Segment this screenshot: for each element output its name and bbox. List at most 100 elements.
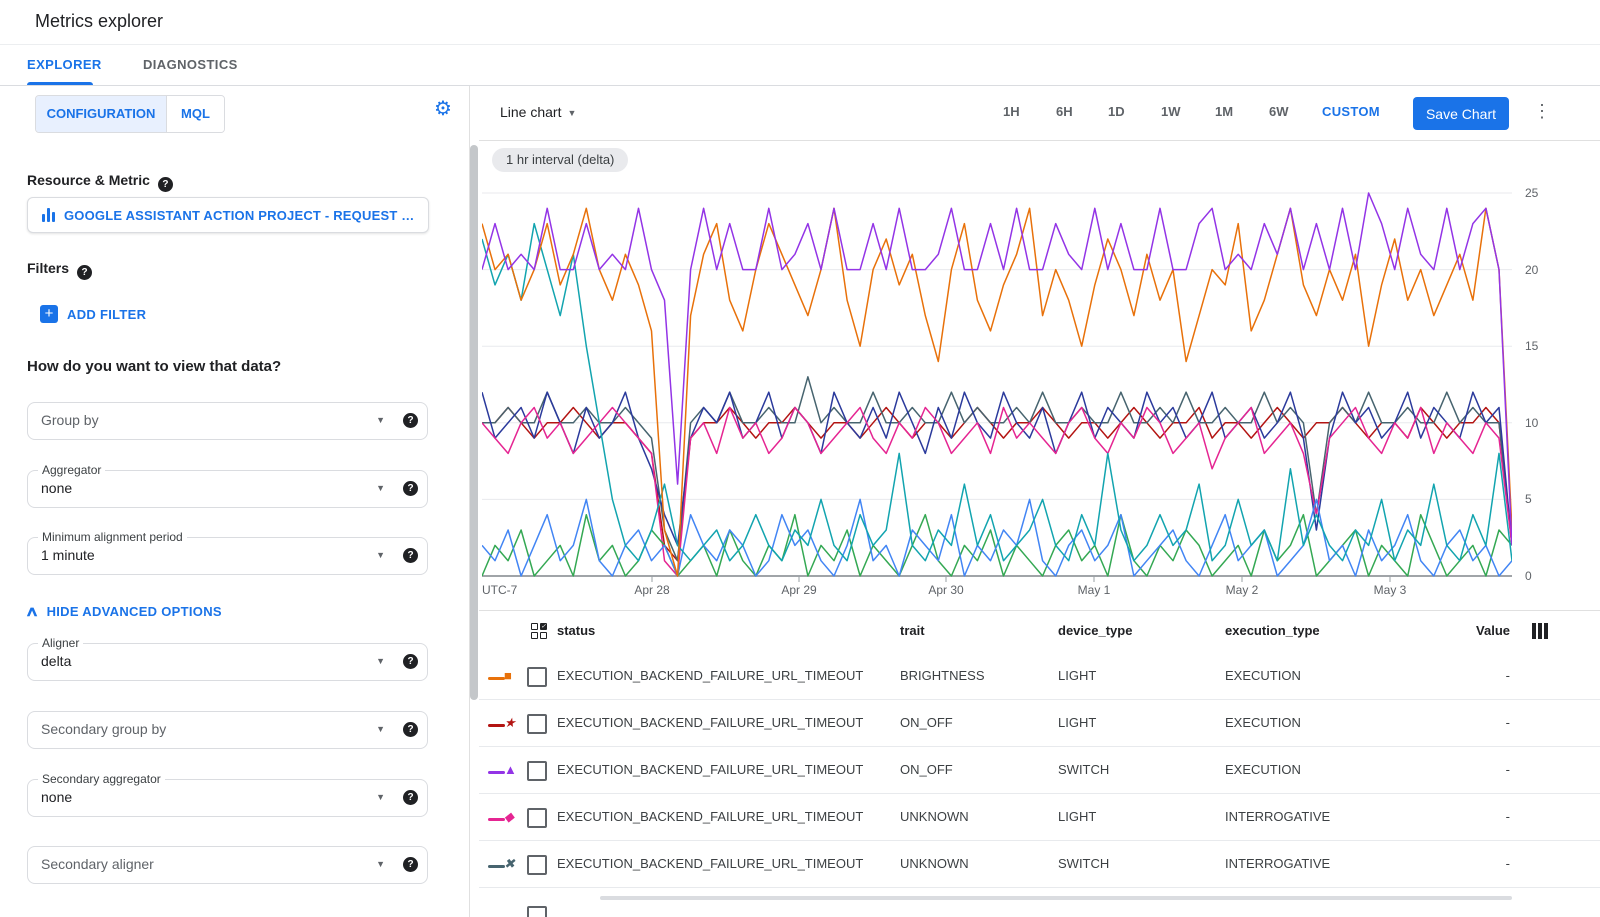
panel-vertical-scrollbar[interactable]: [470, 145, 478, 700]
help-icon[interactable]: ?: [403, 654, 418, 669]
save-chart-button[interactable]: Save Chart: [1413, 97, 1509, 130]
resource-metric-heading: Resource & Metric?: [27, 172, 173, 192]
aggregator-value: none: [41, 480, 72, 496]
aligner-field[interactable]: Aligner delta ▼ ?: [27, 643, 428, 681]
group-by-field[interactable]: Group by ▼ ?: [27, 402, 428, 440]
cell-execution-type: INTERROGATIVE: [1225, 809, 1330, 824]
chart-type-dropdown[interactable]: Line chart▼: [500, 104, 576, 120]
cell-value: -: [1429, 668, 1510, 683]
cell-device-type: LIGHT: [1058, 668, 1096, 683]
range-button-1h[interactable]: 1H: [1003, 104, 1020, 119]
chevron-down-icon: ▼: [376, 859, 385, 869]
cell-execution-type: EXECUTION: [1225, 762, 1301, 777]
help-icon[interactable]: ?: [403, 548, 418, 563]
secondary-group-by-placeholder: Secondary group by: [41, 721, 166, 737]
row-checkbox[interactable]: [527, 714, 547, 734]
help-icon[interactable]: ?: [403, 481, 418, 496]
filters-heading: Filters?: [27, 260, 92, 280]
cell-status: EXECUTION_BACKEND_FAILURE_URL_TIMEOUT: [557, 668, 863, 683]
col-header-status[interactable]: status: [557, 623, 595, 638]
x-axis-label-2: Apr 29: [781, 583, 816, 597]
add-filter-label: ADD FILTER: [67, 307, 146, 322]
cell-trait: BRIGHTNESS: [900, 668, 985, 683]
resource-metric-chip[interactable]: GOOGLE ASSISTANT ACTION PROJECT - REQUES…: [27, 197, 429, 233]
row-checkbox[interactable]: [527, 667, 547, 687]
line-chart[interactable]: [482, 185, 1512, 583]
y-axis-label-10: 10: [1525, 416, 1538, 430]
more-options-kebab-icon[interactable]: ⋮: [1533, 101, 1551, 122]
chevron-down-icon: ▼: [376, 656, 385, 666]
chevron-down-icon: ▼: [376, 550, 385, 560]
chevron-up-icon: ∧: [25, 603, 40, 620]
chevron-down-icon: ▼: [376, 415, 385, 425]
aggregator-label: Aggregator: [38, 463, 105, 477]
hide-advanced-options-toggle[interactable]: ∧ HIDE ADVANCED OPTIONS: [27, 603, 222, 620]
col-header-execution-type[interactable]: execution_type: [1225, 623, 1320, 638]
cell-value: -: [1429, 856, 1510, 871]
y-axis-label-5: 5: [1525, 492, 1532, 506]
cell-execution-type: INTERROGATIVE: [1225, 856, 1330, 871]
table-horizontal-scrollbar[interactable]: [600, 896, 1512, 900]
cell-execution-type: EXECUTION: [1225, 668, 1301, 683]
add-filter-button[interactable]: + ADD FILTER: [40, 305, 146, 323]
table-row[interactable]: ■EXECUTION_BACKEND_FAILURE_URL_TIMEOUTBR…: [479, 653, 1600, 700]
min-alignment-field[interactable]: Minimum alignment period 1 minute ▼ ?: [27, 537, 428, 575]
chevron-down-icon: ▼: [376, 792, 385, 802]
secondary-aggregator-field[interactable]: Secondary aggregator none ▼ ?: [27, 779, 428, 817]
page-title: Metrics explorer: [35, 11, 163, 32]
series-table-body: ■EXECUTION_BACKEND_FAILURE_URL_TIMEOUTBR…: [479, 653, 1600, 888]
x-axis-label-1: Apr 28: [634, 583, 669, 597]
chart-toolbar: Line chart▼ 1H 6H 1D 1W 1M 6W CUSTOM Save Cha…: [479, 86, 1600, 141]
help-icon[interactable]: ?: [158, 177, 173, 192]
cell-status: EXECUTION_BACKEND_FAILURE_URL_TIMEOUT: [557, 809, 863, 824]
secondary-group-by-field[interactable]: Secondary group by ▼ ?: [27, 711, 428, 749]
mode-toggle: CONFIGURATION MQL: [35, 95, 225, 133]
select-series-grid-icon[interactable]: [531, 623, 547, 639]
cell-trait: UNKNOWN: [900, 809, 969, 824]
cell-device-type: LIGHT: [1058, 809, 1096, 824]
help-icon[interactable]: ?: [403, 413, 418, 428]
help-icon[interactable]: ?: [403, 722, 418, 737]
tab-explorer[interactable]: EXPLORER: [27, 45, 102, 85]
col-header-trait[interactable]: trait: [900, 623, 925, 638]
y-axis-label-15: 15: [1525, 339, 1538, 353]
range-button-1m[interactable]: 1M: [1215, 104, 1233, 119]
mode-configuration[interactable]: CONFIGURATION: [36, 96, 166, 132]
range-button-6w[interactable]: 6W: [1269, 104, 1289, 119]
chart-series-5: [482, 392, 1512, 545]
y-axis-label-0: 0: [1525, 569, 1532, 583]
secondary-aligner-field[interactable]: Secondary aligner ▼ ?: [27, 846, 428, 884]
mode-mql[interactable]: MQL: [166, 96, 224, 132]
column-settings-icon[interactable]: [1532, 623, 1548, 639]
table-row[interactable]: ◆EXECUTION_BACKEND_FAILURE_URL_TIMEOUTUN…: [479, 794, 1600, 841]
table-row[interactable]: ★EXECUTION_BACKEND_FAILURE_URL_TIMEOUTON…: [479, 700, 1600, 747]
table-row[interactable]: ✖EXECUTION_BACKEND_FAILURE_URL_TIMEOUTUN…: [479, 841, 1600, 888]
y-axis-label-25: 25: [1525, 186, 1538, 200]
help-icon[interactable]: ?: [403, 857, 418, 872]
cell-device-type: LIGHT: [1058, 715, 1096, 730]
page-header: Metrics explorer: [0, 0, 1600, 45]
cell-value: -: [1429, 809, 1510, 824]
row-checkbox[interactable]: [527, 906, 547, 917]
aggregator-field[interactable]: Aggregator none ▼ ?: [27, 470, 428, 508]
row-checkbox[interactable]: [527, 761, 547, 781]
custom-range-button[interactable]: CUSTOM: [1322, 104, 1380, 119]
y-axis-label-20: 20: [1525, 263, 1538, 277]
range-button-6h[interactable]: 6H: [1056, 104, 1073, 119]
chart-series-6: [482, 224, 1512, 561]
range-button-1w[interactable]: 1W: [1161, 104, 1181, 119]
col-header-value[interactable]: Value: [1429, 623, 1510, 638]
row-checkbox[interactable]: [527, 855, 547, 875]
settings-gear-icon[interactable]: ⚙: [434, 99, 452, 119]
col-header-device-type[interactable]: device_type: [1058, 623, 1132, 638]
cell-status: EXECUTION_BACKEND_FAILURE_URL_TIMEOUT: [557, 762, 863, 777]
row-checkbox[interactable]: [527, 808, 547, 828]
range-button-1d[interactable]: 1D: [1108, 104, 1125, 119]
tab-diagnostics[interactable]: DIAGNOSTICS: [143, 45, 238, 85]
help-icon[interactable]: ?: [77, 265, 92, 280]
help-icon[interactable]: ?: [403, 790, 418, 805]
cell-device-type: SWITCH: [1058, 856, 1109, 871]
group-by-placeholder: Group by: [41, 412, 99, 428]
configuration-panel: CONFIGURATION MQL ⚙ Resource & Metric? G…: [0, 86, 470, 917]
table-row[interactable]: ▲EXECUTION_BACKEND_FAILURE_URL_TIMEOUTON…: [479, 747, 1600, 794]
